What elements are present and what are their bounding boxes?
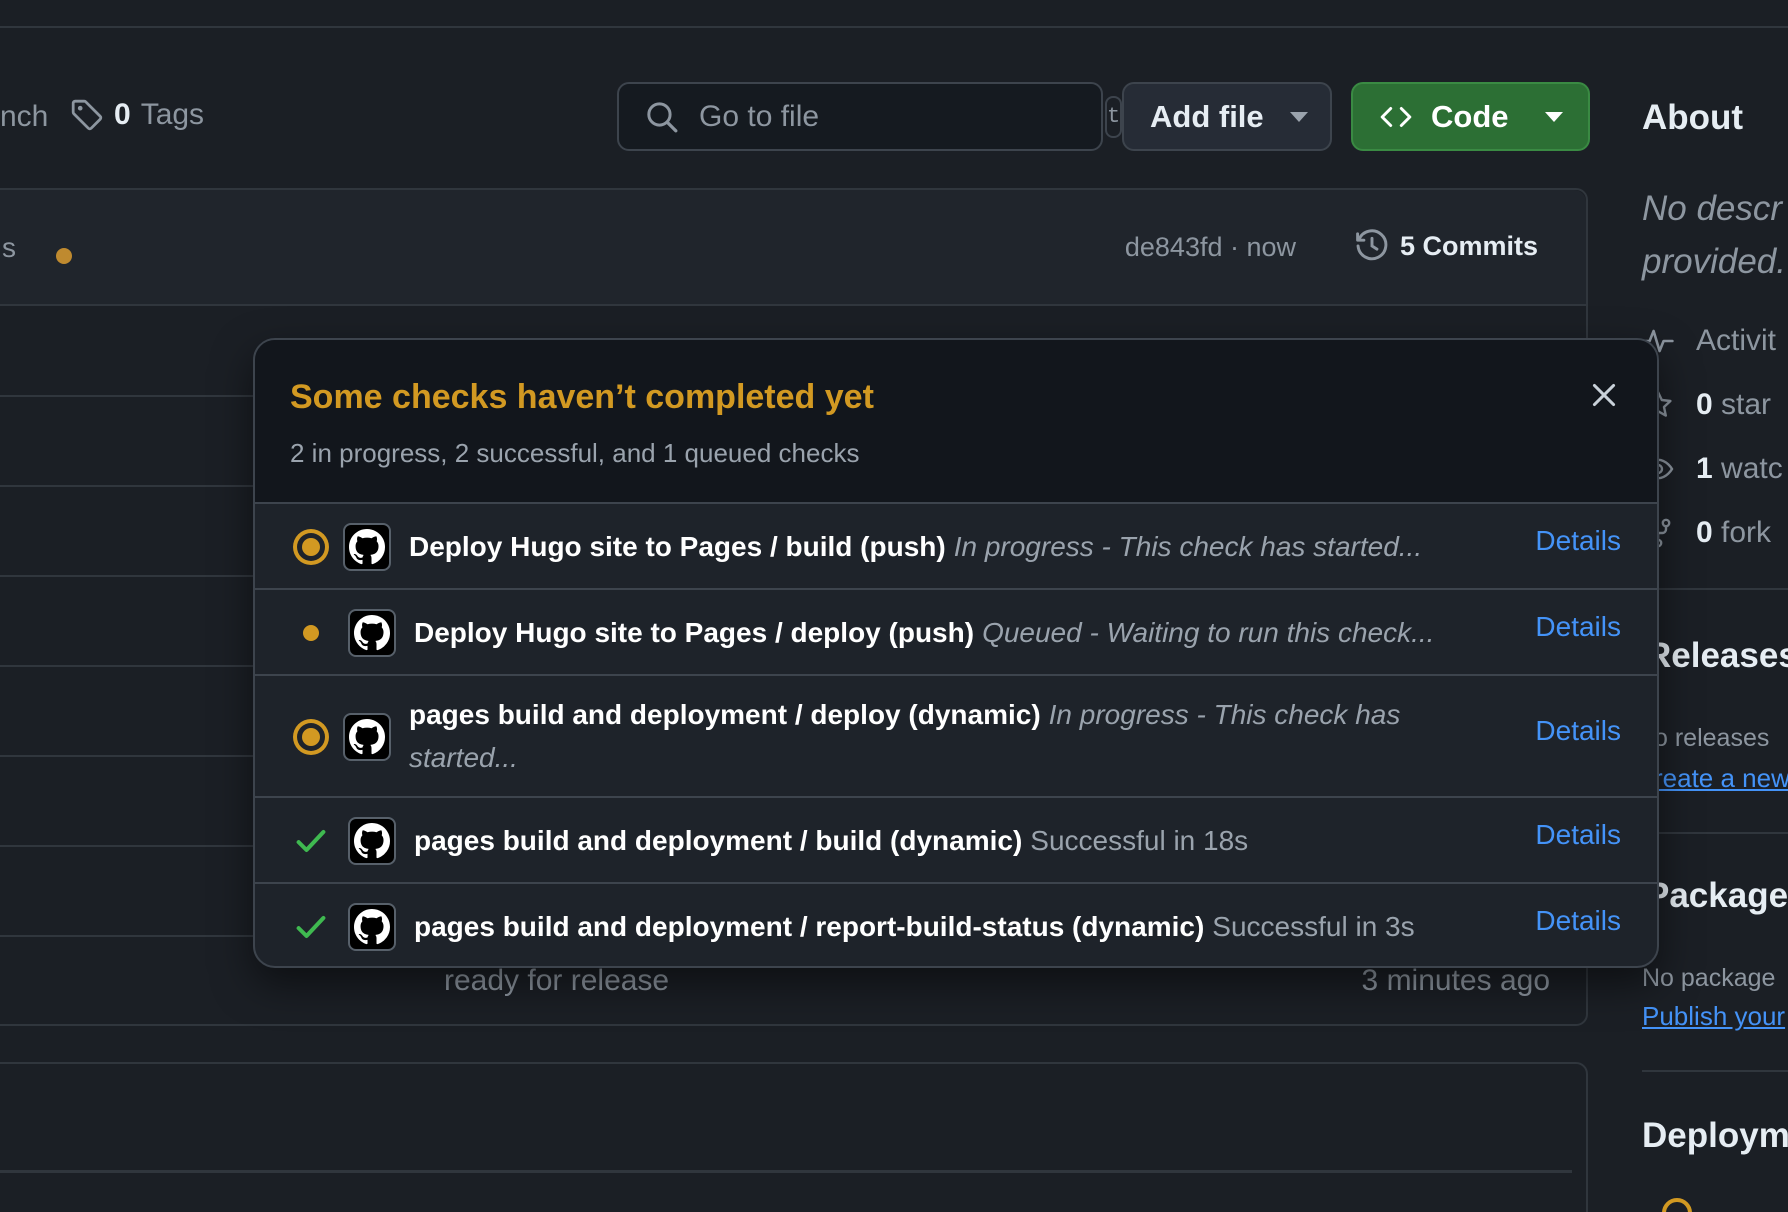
about-sidebar: About No descr provided. Activit 0 star …	[1642, 0, 1788, 1212]
branches-link[interactable]: nch	[0, 100, 48, 134]
check-name: pages build and deployment / deploy (dyn…	[409, 699, 1041, 730]
keyboard-shortcut-hint: t	[1105, 95, 1123, 138]
check-row: pages build and deployment / deploy (dyn…	[255, 676, 1657, 798]
check-status: Successful in 3s	[1212, 911, 1415, 942]
readme-panel	[0, 1062, 1588, 1212]
sidebar-divider	[1642, 1070, 1788, 1072]
go-to-file-search[interactable]: t	[617, 82, 1123, 151]
packages-heading[interactable]: Packages	[1646, 876, 1788, 916]
commits-link[interactable]: 5 Commits	[1354, 228, 1538, 264]
details-link[interactable]: Details	[1535, 819, 1621, 851]
commits-count: 5 Commits	[1399, 230, 1538, 261]
watchers-link[interactable]: 1 watc	[1642, 452, 1783, 486]
deployment-status-icon	[1662, 1198, 1692, 1212]
header-divider	[0, 26, 1788, 28]
check-name: pages build and deployment / report-buil…	[414, 911, 1205, 942]
github-actions-avatar	[348, 903, 396, 951]
check-description: pages build and deployment / deploy (dyn…	[409, 693, 1459, 779]
sidebar-divider	[1642, 588, 1788, 590]
check-description: pages build and deployment / build (dyna…	[414, 819, 1248, 862]
pending-status-icon[interactable]	[56, 248, 72, 264]
check-description: Deploy Hugo site to Pages / deploy (push…	[414, 611, 1434, 654]
releases-heading[interactable]: Releases	[1646, 636, 1788, 676]
row-commit-time: 3 minutes ago	[1361, 964, 1550, 997]
code-label: Code	[1431, 98, 1509, 134]
check-description: pages build and deployment / report-buil…	[414, 905, 1415, 948]
check-status: Queued - Waiting to run this check...	[982, 617, 1435, 648]
check-icon	[296, 915, 326, 939]
check-description: Deploy Hugo site to Pages / build (push)…	[409, 525, 1422, 568]
add-file-button[interactable]: Add file	[1122, 82, 1332, 151]
github-actions-avatar	[348, 817, 396, 865]
repo-page: nch 0 Tags t Add file Code s de843fd · n…	[0, 0, 1788, 1212]
check-row: Deploy Hugo site to Pages / deploy (push…	[255, 590, 1657, 676]
github-actions-avatar	[348, 609, 396, 657]
in-progress-icon	[293, 529, 329, 565]
check-name: Deploy Hugo site to Pages / build (push)	[409, 531, 946, 562]
details-link[interactable]: Details	[1535, 905, 1621, 937]
details-link[interactable]: Details	[1535, 525, 1621, 557]
check-name: Deploy Hugo site to Pages / deploy (push…	[414, 617, 975, 648]
check-name: pages build and deployment / build (dyna…	[414, 825, 1023, 856]
tag-icon	[71, 99, 103, 131]
check-status: Successful in 18s	[1030, 825, 1249, 856]
create-release-link[interactable]: reate a new	[1654, 763, 1788, 794]
tags-count: 0	[114, 98, 131, 131]
github-logo-icon	[354, 823, 390, 859]
tags-link[interactable]: 0 Tags	[70, 98, 204, 132]
latest-commit-bar: s de843fd · now 5 Commits	[0, 190, 1586, 306]
github-actions-avatar	[343, 713, 391, 761]
readme-divider	[0, 1170, 1572, 1173]
packages-empty-text: No package	[1642, 964, 1776, 992]
releases-empty-text: o releases	[1654, 724, 1770, 752]
popover-header: Some checks haven’t completed yet 2 in p…	[255, 340, 1657, 504]
github-actions-avatar	[343, 523, 391, 571]
github-logo-icon	[349, 529, 385, 565]
close-icon[interactable]	[1587, 378, 1621, 412]
history-icon	[1356, 229, 1388, 261]
commit-hash-time[interactable]: de843fd · now	[1125, 232, 1296, 263]
check-row: Deploy Hugo site to Pages / build (push)…	[255, 504, 1657, 590]
popover-subtitle: 2 in progress, 2 successful, and 1 queue…	[290, 438, 860, 468]
github-logo-icon	[349, 719, 385, 755]
details-link[interactable]: Details	[1535, 611, 1621, 643]
add-file-label: Add file	[1150, 98, 1264, 134]
code-icon	[1380, 106, 1412, 127]
forks-link[interactable]: 0 fork	[1642, 516, 1771, 550]
tags-label: Tags	[140, 98, 205, 131]
publish-package-link[interactable]: Publish your	[1642, 1001, 1785, 1032]
sidebar-divider	[1642, 832, 1788, 834]
details-link[interactable]: Details	[1535, 715, 1621, 747]
github-logo-icon	[354, 909, 390, 945]
search-icon	[647, 101, 678, 132]
about-description: No descr provided.	[1642, 189, 1786, 281]
github-logo-icon	[354, 615, 390, 651]
queued-icon	[293, 615, 329, 651]
commit-message[interactable]: s	[2, 232, 16, 264]
checks-popover: Some checks haven’t completed yet 2 in p…	[253, 338, 1659, 968]
chevron-down-icon	[1544, 111, 1563, 122]
popover-title: Some checks haven’t completed yet	[290, 378, 874, 416]
deployments-heading[interactable]: Deploym	[1642, 1116, 1788, 1156]
activity-link[interactable]: Activit	[1642, 324, 1776, 358]
about-heading: About	[1642, 98, 1744, 137]
stars-link[interactable]: 0 star	[1642, 388, 1771, 422]
check-icon	[296, 829, 326, 853]
row-commit-message[interactable]: ready for release	[444, 964, 669, 998]
check-status: In progress - This check has started...	[953, 531, 1423, 562]
chevron-down-icon	[1289, 111, 1308, 122]
code-button[interactable]: Code	[1351, 82, 1590, 151]
check-row: pages build and deployment / report-buil…	[255, 884, 1657, 966]
in-progress-icon	[293, 719, 329, 755]
go-to-file-input[interactable]	[699, 99, 1085, 134]
check-row: pages build and deployment / build (dyna…	[255, 798, 1657, 884]
